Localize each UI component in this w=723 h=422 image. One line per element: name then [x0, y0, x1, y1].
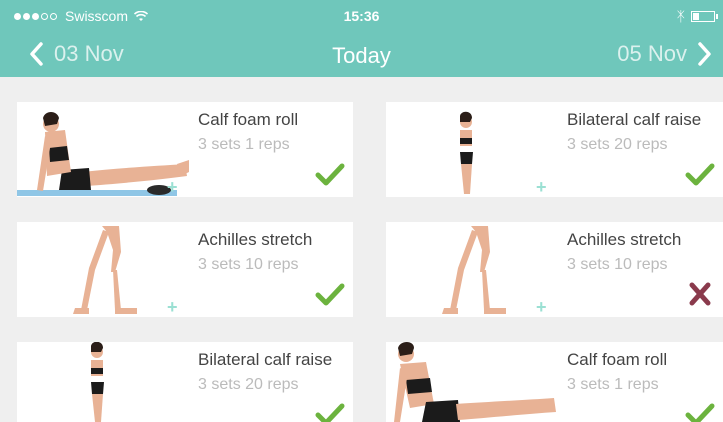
- exercise-card[interactable]: + Calf foam roll 3 sets 1 reps: [17, 102, 353, 197]
- exercise-name: Achilles stretch: [198, 230, 313, 249]
- checkmark-icon: [685, 163, 715, 186]
- exercise-thumbnail: [442, 226, 506, 314]
- add-icon: +: [167, 177, 178, 197]
- exercise-sets-reps: 3 sets 1 reps: [198, 136, 290, 153]
- checkmark-icon: [315, 163, 345, 186]
- exercise-card[interactable]: Bilateral calf raise 3 sets 20 reps: [17, 342, 353, 422]
- status-time: 15:36: [343, 8, 380, 24]
- exercise-card[interactable]: + Bilateral calf raise 3 sets 20 reps: [386, 102, 723, 197]
- checkmark-icon: [315, 283, 345, 306]
- checkmark-icon: [315, 403, 345, 422]
- exercise-sets-reps: 3 sets 10 reps: [198, 256, 299, 273]
- exercise-card[interactable]: Calf foam roll 3 sets 1 reps: [386, 342, 723, 422]
- add-icon: +: [536, 297, 547, 317]
- app-header: Swisscom 15:36 ᛡ 03 Nov Today 05 Nov: [0, 0, 723, 77]
- exercise-name: Calf foam roll: [198, 110, 299, 129]
- next-day-label: 05 Nov: [617, 41, 687, 66]
- exercise-thumbnail: [17, 112, 189, 196]
- exercise-name: Bilateral calf raise: [567, 110, 702, 129]
- exercise-thumbnail: [394, 342, 556, 422]
- exercise-name: Bilateral calf raise: [198, 350, 333, 369]
- exercise-name: Calf foam roll: [567, 350, 668, 369]
- cross-icon: [689, 282, 711, 306]
- exercise-sets-reps: 3 sets 1 reps: [567, 376, 659, 393]
- next-day-button[interactable]: 05 Nov: [617, 41, 711, 67]
- exercise-card[interactable]: + Achilles stretch 3 sets 10 reps: [386, 222, 723, 317]
- status-right: ᛡ: [676, 8, 718, 24]
- exercise-sets-reps: 3 sets 20 reps: [198, 376, 299, 393]
- add-icon: +: [167, 297, 178, 317]
- exercise-sets-reps: 3 sets 20 reps: [567, 136, 668, 153]
- page-title: Today: [332, 43, 391, 68]
- add-icon: +: [536, 177, 547, 197]
- bluetooth-icon: ᛡ: [676, 8, 685, 24]
- checkmark-icon: [685, 403, 715, 422]
- exercise-name: Achilles stretch: [567, 230, 682, 249]
- chevron-right-icon: [698, 42, 711, 66]
- battery-icon: [691, 10, 718, 22]
- exercise-sets-reps: 3 sets 10 reps: [567, 256, 668, 273]
- exercise-thumbnail: [73, 226, 137, 314]
- status-bar: Swisscom 15:36 ᛡ: [0, 0, 723, 34]
- date-navigation: 03 Nov Today 05 Nov: [0, 34, 723, 77]
- exercise-card[interactable]: + Achilles stretch 3 sets 10 reps: [17, 222, 353, 317]
- exercise-thumbnail: [91, 342, 104, 422]
- exercise-thumbnail: [460, 111, 473, 194]
